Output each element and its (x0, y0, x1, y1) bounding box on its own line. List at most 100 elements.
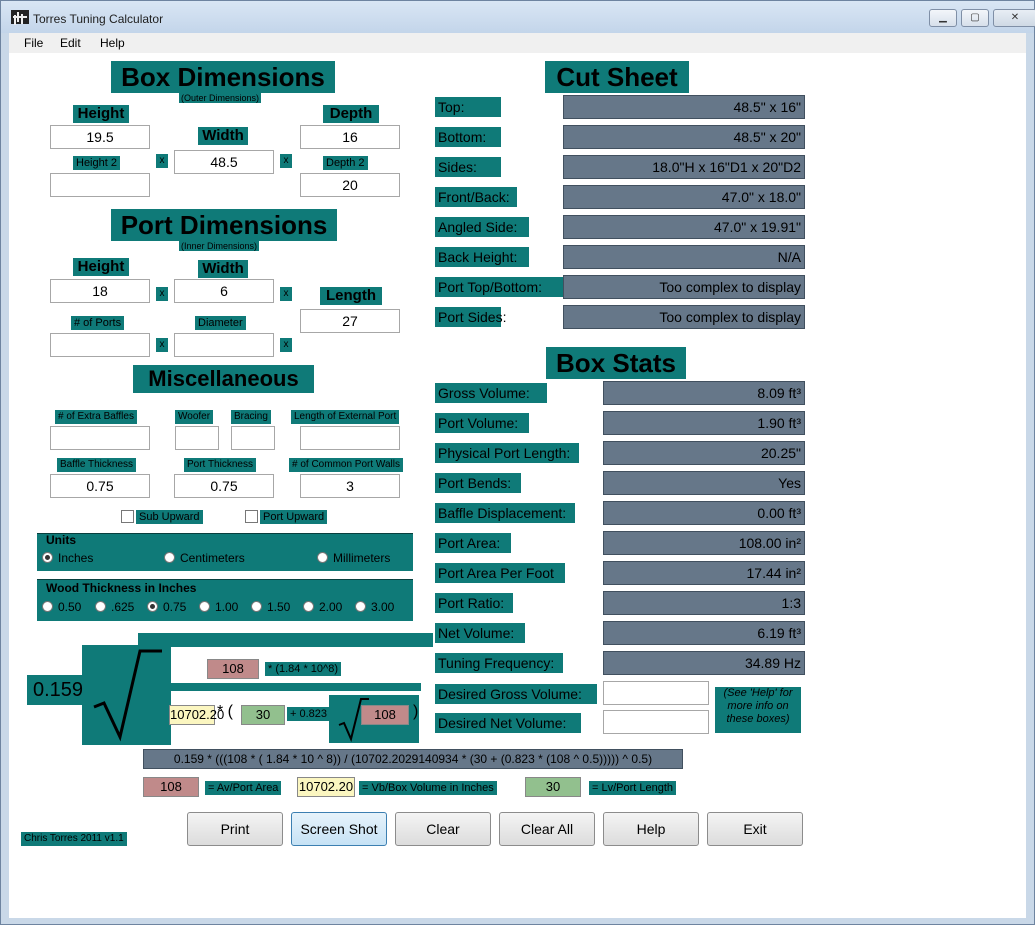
num-ports-input[interactable] (50, 333, 150, 357)
menu-edit[interactable]: Edit (60, 36, 81, 50)
stat-label: Tuning Frequency: (435, 653, 563, 673)
wood-050-radio[interactable]: 0.50 (42, 600, 81, 614)
port-width-input[interactable]: 6 (174, 279, 274, 303)
cut-label: Angled Side: (435, 217, 529, 237)
radio-icon (164, 552, 175, 563)
clear-all-button[interactable]: Clear All (499, 812, 595, 846)
box-height-input[interactable]: 19.5 (50, 125, 150, 149)
wood-200-radio[interactable]: 2.00 (303, 600, 342, 614)
radio-icon (199, 601, 210, 612)
box-height2-input[interactable] (50, 173, 150, 197)
desired-gross-input[interactable] (603, 681, 709, 705)
woofer-input[interactable] (175, 426, 219, 450)
radio-icon (355, 601, 366, 612)
radio-icon (42, 601, 53, 612)
woofer-label: Woofer (175, 410, 214, 424)
cut-value: 18.0"H x 16"D1 x 20"D2 (563, 155, 805, 179)
print-button[interactable]: Print (187, 812, 283, 846)
sub-upward-checkbox[interactable] (121, 510, 134, 523)
formula-open: * ( (217, 703, 233, 720)
fraction-bar (171, 683, 421, 691)
cut-label: Bottom: (435, 127, 501, 147)
stat-value: 6.19 ft³ (603, 621, 805, 645)
wood-075-radio[interactable]: 0.75 (147, 600, 186, 614)
times-symbol: x (280, 154, 292, 168)
box-height-label: Height (73, 105, 129, 123)
formula-plus: + 0.823 (287, 707, 331, 721)
cut-label: Front/Back: (435, 187, 517, 207)
wood-100-radio[interactable]: 1.00 (199, 600, 238, 614)
bracing-input[interactable] (231, 426, 275, 450)
screen-shot-button[interactable]: Screen Shot (291, 812, 387, 846)
times-symbol: x (156, 154, 168, 168)
client-area: File Edit Help Box Dimensions (Outer Dim… (9, 33, 1026, 918)
sub-upward-label: Sub Upward (136, 510, 203, 524)
common-walls-label: # of Common Port Walls (289, 458, 403, 472)
extra-baffles-input[interactable] (50, 426, 150, 450)
baffle-thickness-input[interactable]: 0.75 (50, 474, 150, 498)
wood-150-radio[interactable]: 1.50 (251, 600, 290, 614)
box-stats-title: Box Stats (546, 347, 686, 379)
units-millimeters-radio[interactable]: Millimeters (317, 551, 390, 565)
units-centimeters-radio[interactable]: Centimeters (164, 551, 245, 565)
stat-label: Net Volume: (435, 623, 525, 643)
help-button[interactable]: Help (603, 812, 699, 846)
maximize-button[interactable]: ▢ (961, 9, 989, 27)
formula-lv-box: 30 (241, 705, 285, 725)
desired-gross-label: Desired Gross Volume: (435, 684, 597, 704)
units-inches-radio[interactable]: Inches (42, 551, 93, 565)
units-inches-label: Inches (58, 551, 94, 565)
close-button[interactable]: ✕ (993, 9, 1035, 27)
times-symbol: x (280, 287, 292, 301)
clear-button[interactable]: Clear (395, 812, 491, 846)
stat-value: 20.25" (603, 441, 805, 465)
legend-vb-label: = Vb/Box Volume in Inches (359, 781, 497, 795)
diameter-label: Diameter (195, 316, 246, 330)
box-dimensions-title: Box Dimensions (111, 61, 335, 93)
stat-value: 108.00 in² (603, 531, 805, 555)
times-symbol: x (280, 338, 292, 352)
ext-port-input[interactable] (300, 426, 400, 450)
stat-value: Yes (603, 471, 805, 495)
stat-value: 0.00 ft³ (603, 501, 805, 525)
menu-help[interactable]: Help (100, 36, 125, 50)
units-centimeters-label: Centimeters (180, 551, 245, 565)
formula-top-bar (138, 633, 433, 647)
box-depth-input[interactable]: 16 (300, 125, 400, 149)
cut-value: N/A (563, 245, 805, 269)
diameter-input[interactable] (174, 333, 274, 357)
cut-label: Sides: (435, 157, 501, 177)
cut-sheet-title: Cut Sheet (545, 61, 689, 93)
box-depth2-input[interactable]: 20 (300, 173, 400, 197)
exit-button[interactable]: Exit (707, 812, 803, 846)
radio-icon (251, 601, 262, 612)
port-length-input[interactable]: 27 (300, 309, 400, 333)
port-height-input[interactable]: 18 (50, 279, 150, 303)
stat-label: Baffle Displacement: (435, 503, 575, 523)
legend-vb-box: 10702.20 (297, 777, 355, 797)
wood-300-radio[interactable]: 3.00 (355, 600, 394, 614)
minimize-button[interactable]: ▁ (929, 9, 957, 27)
wood-option-label: 2.00 (319, 600, 343, 614)
stat-label: Port Volume: (435, 413, 529, 433)
port-thickness-input[interactable]: 0.75 (174, 474, 274, 498)
formula-av2-box: 108 (361, 705, 409, 725)
cut-value: 48.5" x 16" (563, 95, 805, 119)
desired-net-input[interactable] (603, 710, 709, 734)
port-upward-checkbox[interactable] (245, 510, 258, 523)
wood-option-label: .625 (111, 600, 135, 614)
stat-label: Port Area Per Foot (435, 563, 565, 583)
times-symbol: x (156, 338, 168, 352)
stat-label: Port Ratio: (435, 593, 513, 613)
port-length-label: Length (320, 287, 382, 305)
menu-file[interactable]: File (24, 36, 43, 50)
misc-title: Miscellaneous (133, 365, 314, 393)
wood-0625-radio[interactable]: .625 (95, 600, 134, 614)
app-window: Torres Tuning Calculator ▁ ▢ ✕ File Edit… (0, 0, 1035, 925)
ext-port-label: Length of External Port (291, 410, 400, 424)
num-ports-label: # of Ports (71, 316, 125, 330)
formula-close: ) (413, 703, 419, 720)
common-walls-input[interactable]: 3 (300, 474, 400, 498)
cut-label: Top: (435, 97, 501, 117)
box-width-input[interactable]: 48.5 (174, 150, 274, 174)
